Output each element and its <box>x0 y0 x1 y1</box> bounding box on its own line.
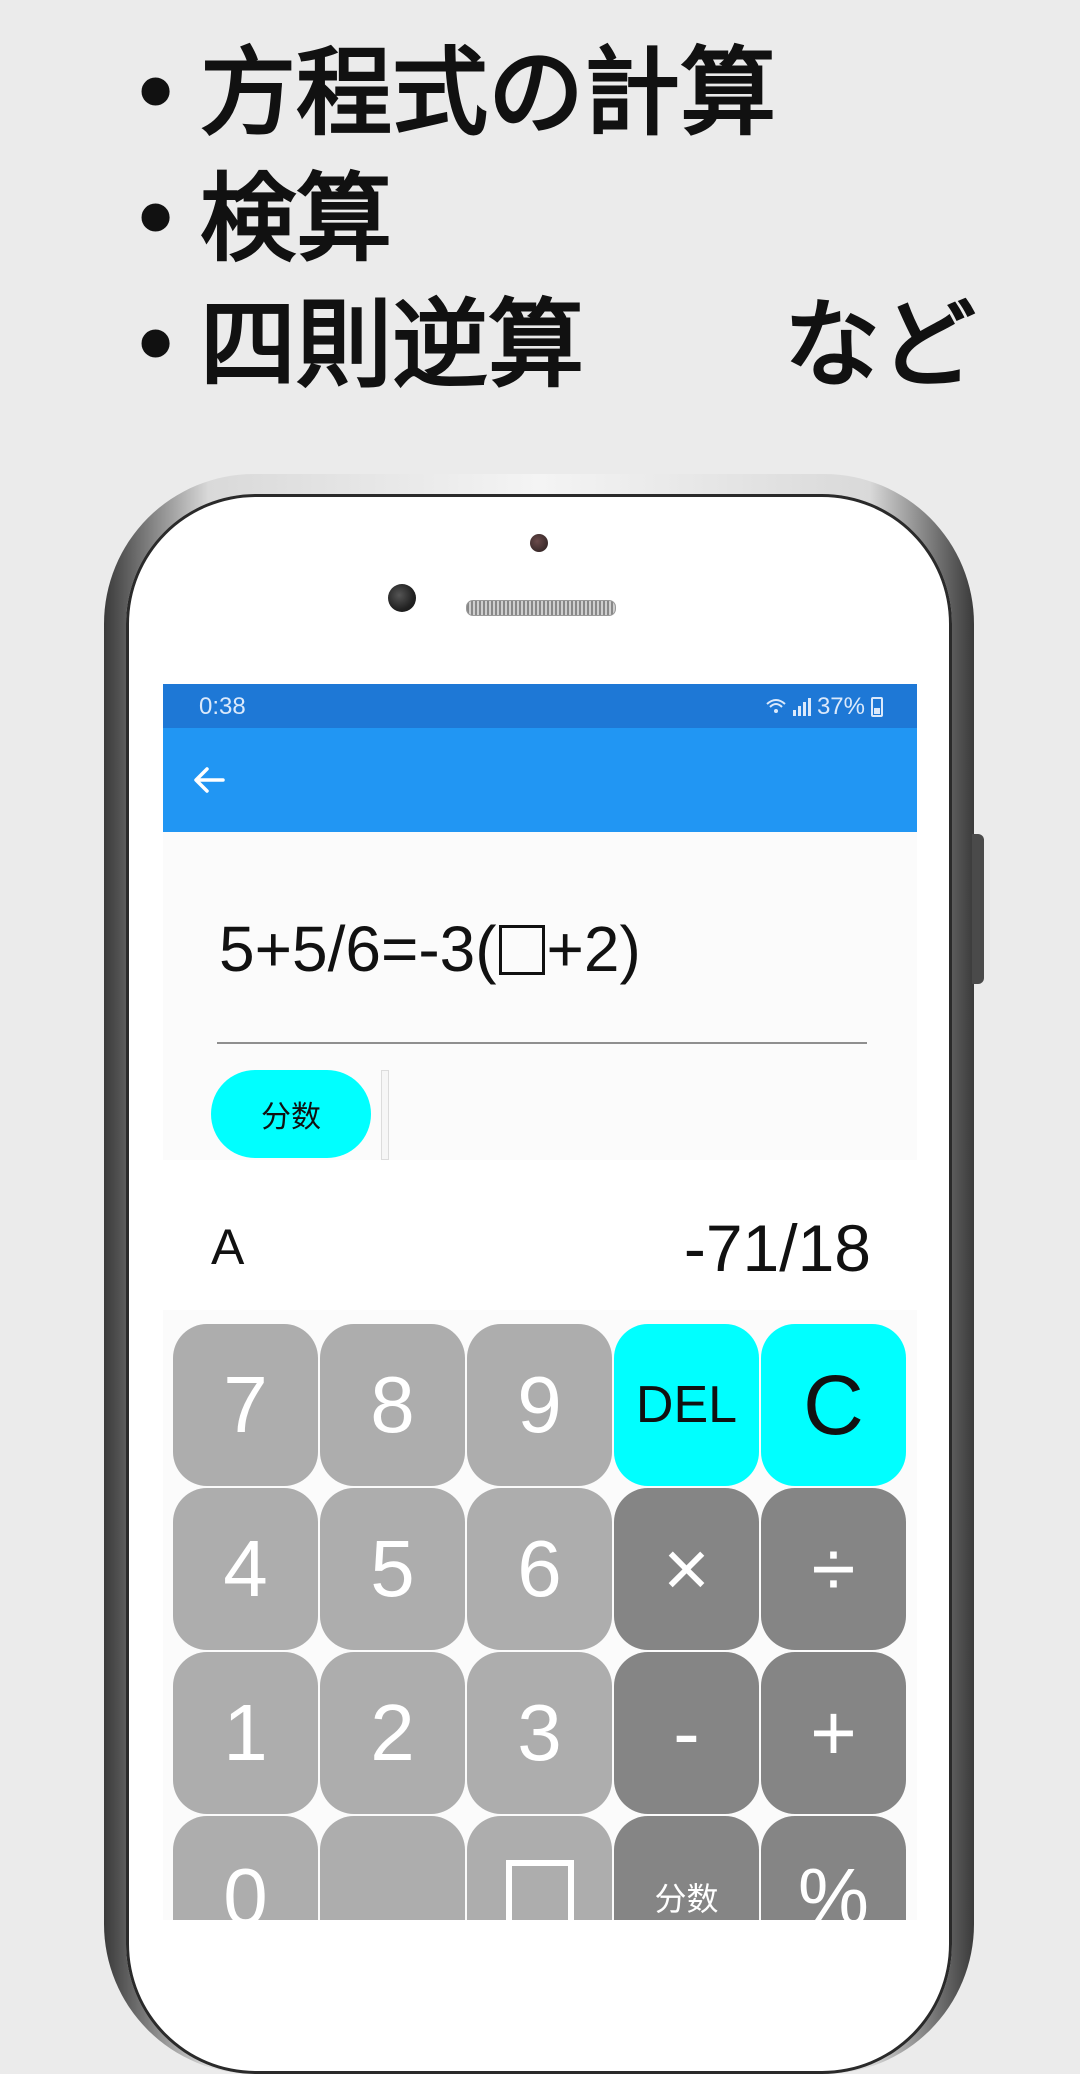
plus-button[interactable]: + <box>761 1652 906 1814</box>
equation-right: +2) <box>546 913 641 985</box>
app-bar <box>163 728 917 832</box>
promo-line-2: 検算 <box>200 162 392 275</box>
key-8[interactable]: 8 <box>320 1324 465 1486</box>
minus-button[interactable]: - <box>614 1652 759 1814</box>
status-indicators: 37% <box>765 693 883 721</box>
battery-percent: 37% <box>816 693 865 720</box>
bullet-icon: • <box>130 298 182 392</box>
result-label: A <box>211 1219 245 1275</box>
bullet-icon: • <box>130 172 182 266</box>
key-5[interactable]: 5 <box>320 1488 465 1650</box>
proximity-sensor <box>530 534 548 552</box>
front-camera-icon <box>388 584 416 612</box>
earpiece-speaker <box>466 600 616 616</box>
phone-side-button <box>972 834 984 984</box>
unknown-box-button[interactable] <box>467 1816 612 1920</box>
app-screen: 0:38 37% 5+5/6=-3(+2) 分数 A -71/18 7 8 9… <box>163 684 917 1920</box>
status-time: 0:38 <box>199 693 246 720</box>
key-7[interactable]: 7 <box>173 1324 318 1486</box>
key-9[interactable]: 9 <box>467 1324 612 1486</box>
promo-line-3: 四則逆算 <box>200 288 584 401</box>
delete-button[interactable]: DEL <box>614 1324 759 1486</box>
equation-left: 5+5/6=-3( <box>219 913 497 985</box>
clear-button[interactable]: C <box>761 1324 906 1486</box>
promo-line-1: 方程式の計算 <box>200 36 776 149</box>
input-cursor <box>381 1070 389 1160</box>
key-blank[interactable] <box>320 1816 465 1920</box>
bullet-icon: • <box>130 46 182 140</box>
fraction-mode-button[interactable]: 分数 <box>211 1070 371 1158</box>
status-bar: 0:38 37% <box>163 684 917 728</box>
back-arrow-icon[interactable] <box>189 762 229 798</box>
key-3[interactable]: 3 <box>467 1652 612 1814</box>
promo-line-3-suffix: など <box>784 288 976 401</box>
divide-button[interactable]: ÷ <box>761 1488 906 1650</box>
result-value: -71/18 <box>683 1211 871 1285</box>
key-6[interactable]: 6 <box>467 1488 612 1650</box>
promo-line-verification: • 検算 <box>130 156 1030 282</box>
key-0[interactable]: 0 <box>173 1816 318 1920</box>
key-4[interactable]: 4 <box>173 1488 318 1650</box>
result-row: A -71/18 <box>163 1160 917 1310</box>
key-2[interactable]: 2 <box>320 1652 465 1814</box>
multiply-button[interactable]: × <box>614 1488 759 1650</box>
promo-line-inverse: • 四則逆算 など <box>130 282 1030 408</box>
battery-icon <box>871 697 883 717</box>
key-1[interactable]: 1 <box>173 1652 318 1814</box>
promo-line-equation: • 方程式の計算 <box>130 30 1030 156</box>
wifi-signal-icon <box>766 698 811 716</box>
promo-text: • 方程式の計算 • 検算 • 四則逆算 など <box>130 30 1030 408</box>
unknown-box-icon <box>498 925 545 975</box>
fraction-key[interactable]: 分数 <box>614 1816 759 1920</box>
box-icon <box>505 1860 574 1920</box>
equation-divider <box>217 1042 867 1044</box>
equation-display: 5+5/6=-3( +2) <box>219 912 641 986</box>
percent-button[interactable]: % <box>761 1816 906 1920</box>
